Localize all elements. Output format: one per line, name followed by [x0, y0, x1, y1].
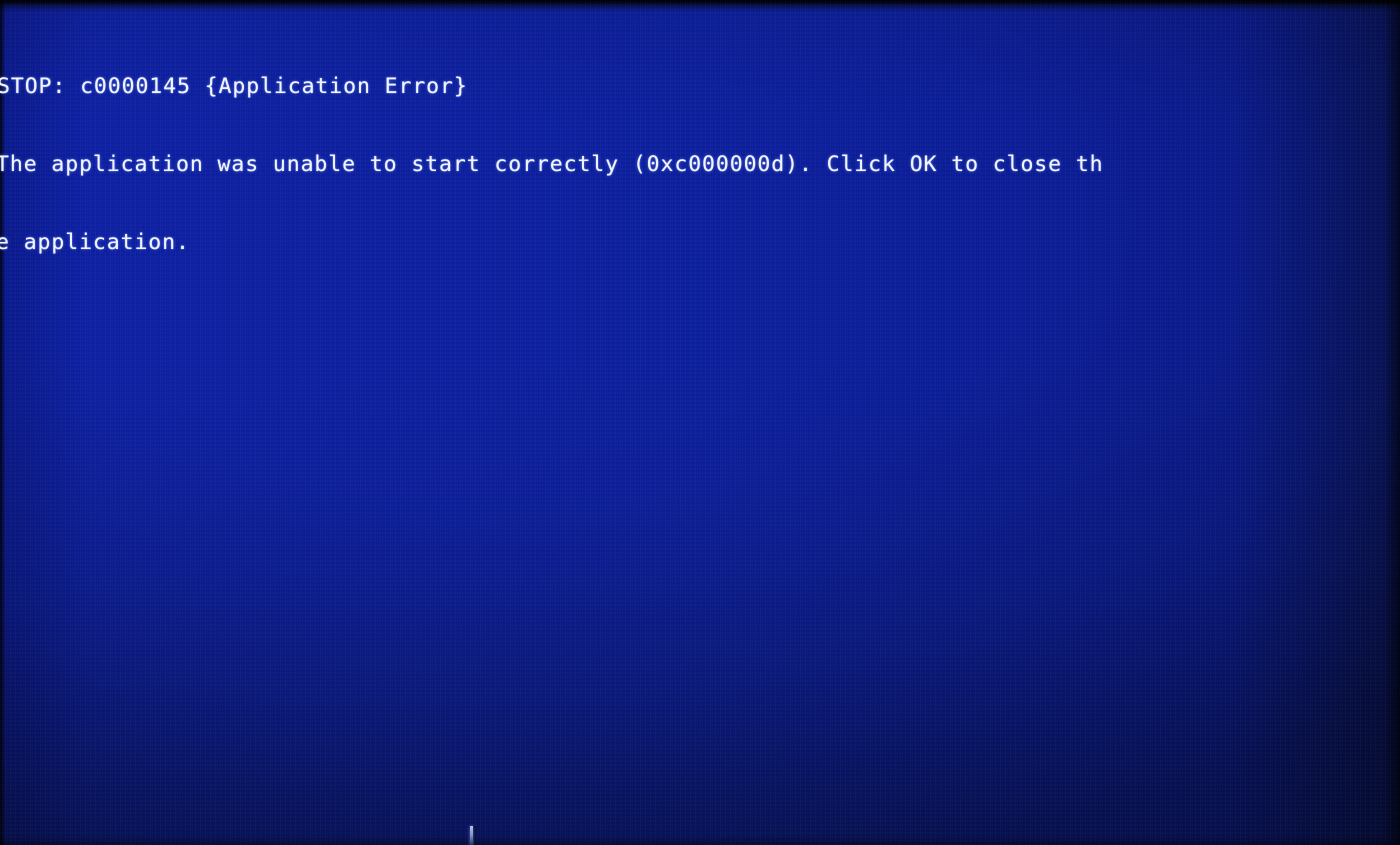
error-description-line-2: e application.: [0, 230, 190, 255]
error-message-block: STOP: c0000145 {Application Error} The a…: [0, 22, 1400, 308]
stop-code-line: STOP: c0000145 {Application Error}: [0, 74, 468, 99]
bsod-screen: STOP: c0000145 {Application Error} The a…: [0, 0, 1400, 845]
error-description-line-1: The application was unable to start corr…: [0, 152, 1104, 177]
